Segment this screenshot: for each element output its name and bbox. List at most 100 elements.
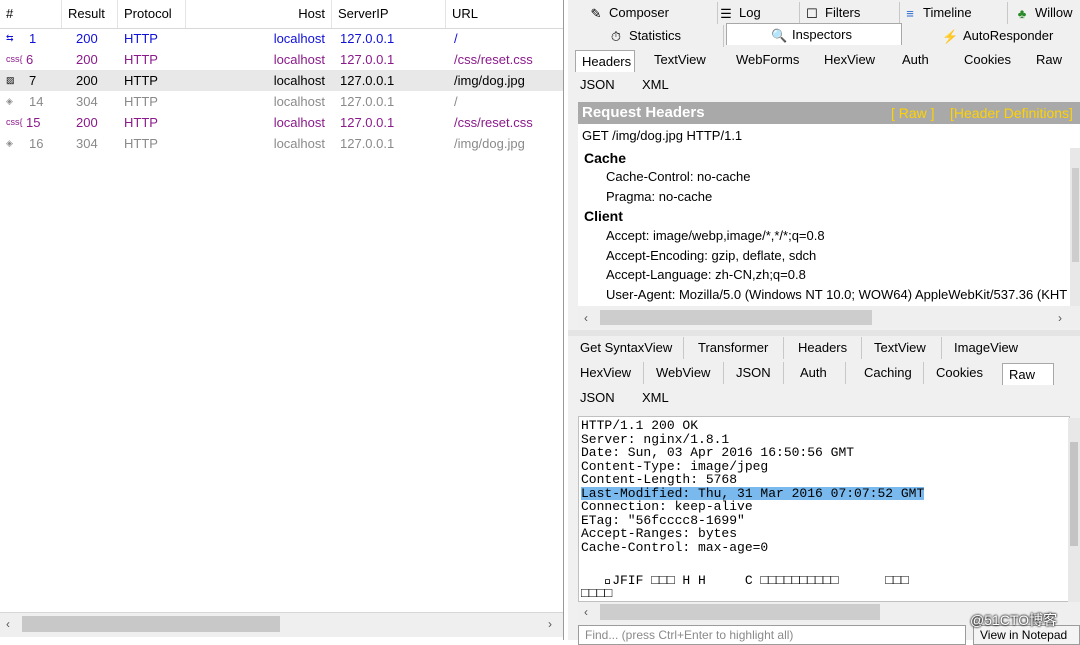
tab-label: Log <box>739 5 761 20</box>
tab-willow[interactable]: ♣ Willow <box>1014 2 1080 24</box>
resp-tab-textview[interactable]: TextView <box>868 337 942 359</box>
session-id: 7 <box>29 73 37 88</box>
timeline-icon: ≡ <box>906 5 914 21</box>
resp-tab-auth[interactable]: Auth <box>794 362 846 384</box>
resp-tab-hexview[interactable]: HexView <box>574 362 644 384</box>
resp-tab-transformer[interactable]: Transformer <box>692 337 784 359</box>
session-url: / <box>454 94 458 109</box>
panel-splitter[interactable] <box>568 330 1080 336</box>
resp-tab-cookies[interactable]: Cookies <box>930 362 994 384</box>
col-header-url[interactable]: URL <box>446 0 563 28</box>
session-serverip: 127.0.0.1 <box>340 52 395 67</box>
session-result: 304 <box>76 94 98 109</box>
scroll-right-icon[interactable]: › <box>1058 310 1062 326</box>
scroll-right-icon[interactable]: › <box>548 616 552 632</box>
session-row[interactable]: css{6 200 HTTP localhost 127.0.0.1/css/reset… <box>0 49 563 70</box>
tab-autoresponder[interactable]: ⚡ AutoResponder <box>942 25 1080 47</box>
resp-tab-caching[interactable]: Caching <box>858 362 924 384</box>
session-result: 200 <box>76 115 98 130</box>
session-serverip: 127.0.0.1 <box>340 115 395 130</box>
session-url: /img/dog.jpg <box>454 73 525 88</box>
raw-hscroll-thumb[interactable] <box>600 604 880 620</box>
resp-tab-json[interactable]: JSON <box>730 362 784 384</box>
header-group-client[interactable]: Client <box>584 206 623 226</box>
session-list-header: # Result Protocol Host ServerIP URL <box>0 0 563 29</box>
not-modified-icon: ◈ <box>6 138 13 148</box>
tab-composer[interactable]: ✎ Composer <box>588 2 718 24</box>
raw-vscroll-thumb[interactable] <box>1070 442 1078 546</box>
tab-inspectors[interactable]: 🔍 Inspectors <box>726 23 902 45</box>
resp-tab-headers[interactable]: Headers <box>792 337 862 359</box>
raw-line:  JFIF □□□ H H C □□□□□□□□□□ □□□ <box>581 572 909 588</box>
col-header-result[interactable]: Result <box>62 0 118 28</box>
col-header-id[interactable]: # <box>0 0 62 28</box>
tab-label: Timeline <box>923 5 972 20</box>
session-row[interactable]: ⇆ 1 200 HTTP localhost 127.0.0.1 / <box>0 28 563 49</box>
tab-filters[interactable]: ☐ Filters <box>804 2 900 24</box>
session-serverip: 127.0.0.1 <box>340 31 395 46</box>
session-host: localhost <box>273 52 325 67</box>
req-tab-cookies[interactable]: Cookies <box>958 49 1024 71</box>
raw-line: Content-Length: 5768 <box>581 472 738 487</box>
scroll-left-icon[interactable]: ‹ <box>584 310 588 326</box>
checkbox-icon: ☐ <box>806 5 818 21</box>
col-header-host[interactable]: Host <box>186 0 332 28</box>
session-row[interactable]: ▨ 7 200 HTTP localhost 127.0.0.1/img/dog.jpg <box>0 70 563 91</box>
raw-line: Last-Modified: Thu, 31 Mar 2016 07:07:52… <box>581 485 925 501</box>
resp-tab-imageview[interactable]: ImageView <box>948 337 1032 359</box>
session-hscroll-thumb[interactable] <box>22 616 280 632</box>
tab-label: Inspectors <box>792 27 852 42</box>
req-tab-webforms[interactable]: WebForms <box>730 49 810 71</box>
req-tab-json[interactable]: JSON <box>574 74 624 96</box>
header-definitions-link[interactable]: [Header Definitions] <box>950 102 1073 124</box>
session-url: /img/dog.jpg <box>454 136 525 151</box>
req-tab-hexview[interactable]: HexView <box>818 49 890 71</box>
tab-timeline[interactable]: ≡ Timeline <box>902 2 1008 24</box>
req-tab-auth[interactable]: Auth <box>896 49 946 71</box>
lightning-icon: ⚡ <box>942 28 959 44</box>
session-host: localhost <box>273 94 325 109</box>
scroll-left-icon[interactable]: ‹ <box>6 616 10 632</box>
resp-tab-webview[interactable]: WebView <box>650 362 724 384</box>
request-line: GET /img/dog.jpg HTTP/1.1 <box>582 128 743 143</box>
scroll-left-icon[interactable]: ‹ <box>584 604 588 620</box>
session-protocol: HTTP <box>124 31 158 46</box>
raw-link[interactable]: [ Raw ] <box>891 102 935 124</box>
session-row[interactable]: css{15 200 HTTP localhost 127.0.0.1/css/rese… <box>0 112 563 133</box>
find-input[interactable]: Find... (press Ctrl+Enter to highlight a… <box>578 625 966 645</box>
resp-tab-syntaxview[interactable]: Get SyntaxView <box>574 337 684 359</box>
image-icon: ▨ <box>6 75 15 85</box>
resp-tab-json2[interactable]: JSON <box>574 387 624 409</box>
session-id: 14 <box>29 94 44 109</box>
resp-tab-xml[interactable]: XML <box>636 387 682 409</box>
raw-line: Server: nginx/1.8.1 <box>581 431 730 447</box>
session-serverip: 127.0.0.1 <box>340 136 395 151</box>
tab-log[interactable]: ☰ Log <box>718 2 800 24</box>
watermark: @51CTO博客 <box>970 612 1058 628</box>
header-group-cache[interactable]: Cache <box>584 148 626 168</box>
header-item: Accept-Language: zh-CN,zh;q=0.8 <box>606 267 806 282</box>
req-tab-raw[interactable]: Raw <box>1030 49 1080 71</box>
req-tab-xml[interactable]: XML <box>636 74 682 96</box>
log-icon: ☰ <box>720 5 732 21</box>
session-row[interactable]: ◈ 14 304 HTTP localhost 127.0.0.1 / <box>0 91 563 112</box>
resp-tab-raw[interactable]: Raw <box>1002 363 1054 385</box>
req-tab-headers[interactable]: Headers <box>575 50 635 72</box>
headers-hscroll-thumb[interactable] <box>600 310 872 325</box>
session-id: 6 <box>26 52 34 67</box>
stopwatch-icon: ⏱ <box>610 28 622 44</box>
session-protocol: HTTP <box>124 136 158 151</box>
session-protocol: HTTP <box>124 73 158 88</box>
headers-vscroll-thumb[interactable] <box>1072 168 1079 262</box>
tab-statistics[interactable]: ⏱ Statistics <box>608 25 724 47</box>
request-headers-title: Request Headers <box>582 104 705 121</box>
col-header-serverip[interactable]: ServerIP <box>332 0 446 28</box>
session-row[interactable]: ◈ 16 304 HTTP localhost 127.0.0.1/img/dog.jpg <box>0 133 563 154</box>
request-headers-tree: Cache Cache-Control: no-cache Pragma: no… <box>578 148 1070 306</box>
session-id: 16 <box>29 136 44 151</box>
header-item: Pragma: no-cache <box>606 188 713 204</box>
req-tab-textview[interactable]: TextView <box>648 49 722 71</box>
header-item: Cache-Control: no-cache <box>606 169 751 184</box>
header-item: Accept-Encoding: gzip, deflate, sdch <box>606 247 817 263</box>
col-header-protocol[interactable]: Protocol <box>118 0 186 28</box>
